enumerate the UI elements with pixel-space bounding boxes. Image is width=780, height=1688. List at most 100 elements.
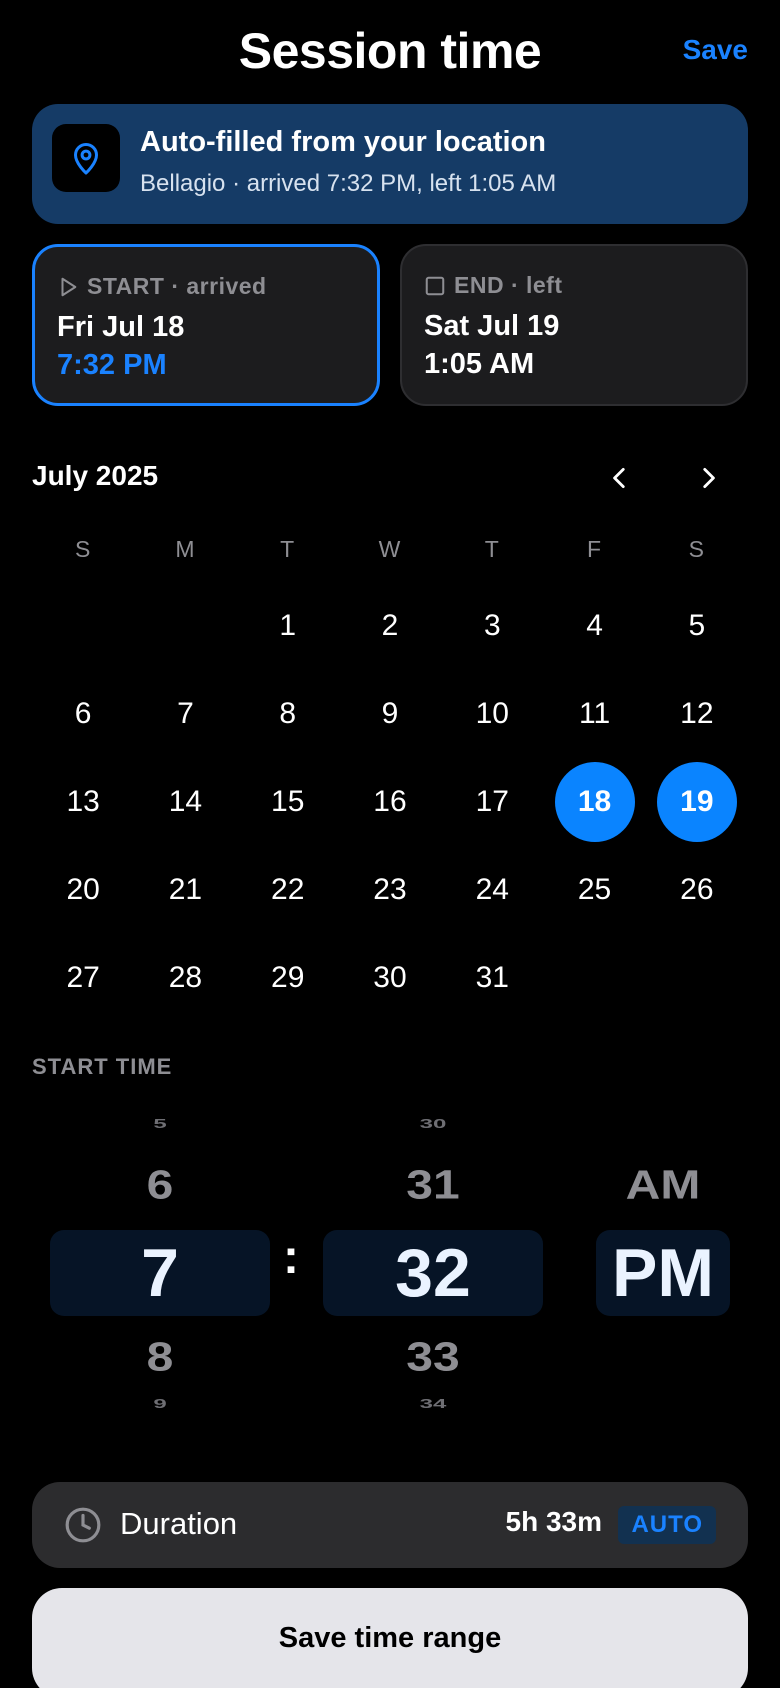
clock-icon: [65, 1507, 101, 1543]
start-card-date: Fri Jul 18: [57, 311, 185, 343]
play-icon: [61, 277, 77, 296]
weekday-label: S: [688, 536, 706, 562]
day-cell[interactable]: 23: [339, 846, 441, 934]
day-number: 2: [381, 609, 399, 642]
end-card-label-row: END · left: [424, 272, 563, 299]
hour-option[interactable]: 8: [50, 1334, 270, 1381]
day-cell[interactable]: 29: [237, 934, 339, 1022]
day-cell[interactable]: 15: [237, 758, 339, 846]
minute-selected[interactable]: 32: [323, 1230, 543, 1316]
end-card-time: 1:05 AM: [424, 348, 535, 380]
day-number: 8: [279, 697, 297, 730]
duration-label: Duration: [120, 1506, 238, 1541]
day-cell[interactable]: 7: [134, 670, 236, 758]
minute-option[interactable]: 34: [323, 1396, 543, 1411]
banner-subtitle: Bellagio · arrived 7:32 PM, left 1:05 AM: [140, 170, 557, 197]
day-number: 1: [279, 609, 297, 642]
empty-day-cell: [32, 582, 134, 670]
hour-option[interactable]: 6: [50, 1162, 270, 1209]
end-card-label: END · left: [454, 272, 563, 298]
hour-selected[interactable]: 7: [50, 1230, 270, 1316]
day-cell[interactable]: 2: [339, 582, 441, 670]
day-cell[interactable]: 1: [237, 582, 339, 670]
day-number: 25: [577, 873, 612, 906]
day-cell[interactable]: 9: [339, 670, 441, 758]
day-number: 23: [373, 873, 407, 906]
start-card[interactable]: START · arrived Fri Jul 18 7:32 PM: [32, 244, 380, 406]
day-cell[interactable]: 18: [543, 758, 645, 846]
day-cell[interactable]: 17: [441, 758, 543, 846]
end-card-date: Sat Jul 19: [424, 310, 560, 342]
day-cell[interactable]: 20: [32, 846, 134, 934]
day-cell[interactable]: 12: [646, 670, 748, 758]
start-time-label: START TIME: [32, 1054, 173, 1079]
weekday-header: SMTWTFS: [32, 536, 748, 563]
day-number: 3: [483, 609, 501, 642]
day-number: 10: [475, 697, 509, 730]
stop-icon: [425, 276, 445, 295]
location-pin-icon: [52, 124, 120, 192]
day-cell[interactable]: 16: [339, 758, 441, 846]
prev-month-button[interactable]: [600, 458, 640, 498]
day-number: 21: [168, 873, 203, 906]
minute-option[interactable]: 33: [323, 1334, 543, 1381]
weekday-label: S: [74, 536, 92, 562]
day-number: 5: [688, 609, 706, 642]
weekday-label: W: [378, 536, 402, 562]
day-number: 9: [381, 697, 399, 730]
day-number: 26: [680, 873, 714, 906]
page-title: Session time: [238, 23, 542, 79]
day-cell[interactable]: 5: [646, 582, 748, 670]
day-cell[interactable]: 11: [543, 670, 645, 758]
hour-option[interactable]: 5: [50, 1116, 270, 1131]
ampm-option[interactable]: AM: [596, 1162, 730, 1209]
day-cell[interactable]: 22: [237, 846, 339, 934]
day-number: 31: [475, 961, 509, 994]
day-cell[interactable]: 24: [441, 846, 543, 934]
next-month-button[interactable]: [688, 458, 728, 498]
empty-day-cell: [543, 934, 645, 1022]
hour-option[interactable]: 9: [50, 1396, 270, 1411]
chevron-left-icon: [613, 467, 625, 489]
minute-option[interactable]: 31: [323, 1162, 543, 1209]
day-cell[interactable]: 26: [646, 846, 748, 934]
day-number: 24: [475, 873, 509, 906]
day-cell[interactable]: 10: [441, 670, 543, 758]
banner-title: Auto-filled from your location: [140, 126, 546, 158]
day-cell[interactable]: 21: [134, 846, 236, 934]
weekday-label: F: [587, 536, 603, 562]
minute-wheel[interactable]: 30 31 32 33 34: [323, 1110, 543, 1430]
day-cell[interactable]: 3: [441, 582, 543, 670]
ampm-selected[interactable]: PM: [596, 1230, 730, 1316]
day-cell[interactable]: 28: [134, 934, 236, 1022]
day-number: 7: [177, 697, 194, 730]
calendar-month: July 2025: [32, 460, 159, 491]
day-cell[interactable]: 13: [32, 758, 134, 846]
location-banner: Auto-filled from your location Bellagio …: [32, 104, 748, 224]
hour-wheel[interactable]: 5 6 7 8 9: [50, 1110, 270, 1430]
end-card[interactable]: END · left Sat Jul 19 1:05 AM: [400, 244, 748, 406]
day-cell[interactable]: 27: [32, 934, 134, 1022]
day-number: 4: [586, 609, 603, 642]
day-cell[interactable]: 14: [134, 758, 236, 846]
start-card-label: START · arrived: [87, 273, 267, 299]
day-cell[interactable]: 19: [646, 758, 748, 846]
ampm-wheel[interactable]: AM PM: [596, 1110, 730, 1430]
day-cell[interactable]: 25: [543, 846, 645, 934]
day-number: 20: [66, 873, 100, 906]
day-number: 14: [168, 785, 203, 818]
day-cell[interactable]: 31: [441, 934, 543, 1022]
weekday-label: T: [484, 536, 500, 562]
chevron-right-icon: [703, 467, 715, 489]
save-link[interactable]: Save: [683, 34, 748, 66]
empty-day-cell: [646, 934, 748, 1022]
day-cell[interactable]: 6: [32, 670, 134, 758]
day-number: 22: [271, 873, 305, 906]
start-card-time: 7:32 PM: [57, 349, 167, 381]
minute-option[interactable]: 30: [323, 1116, 543, 1131]
auto-badge: AUTO: [618, 1506, 716, 1544]
save-time-range-button[interactable]: Save time range: [32, 1588, 748, 1688]
day-cell[interactable]: 8: [237, 670, 339, 758]
day-cell[interactable]: 4: [543, 582, 645, 670]
day-cell[interactable]: 30: [339, 934, 441, 1022]
